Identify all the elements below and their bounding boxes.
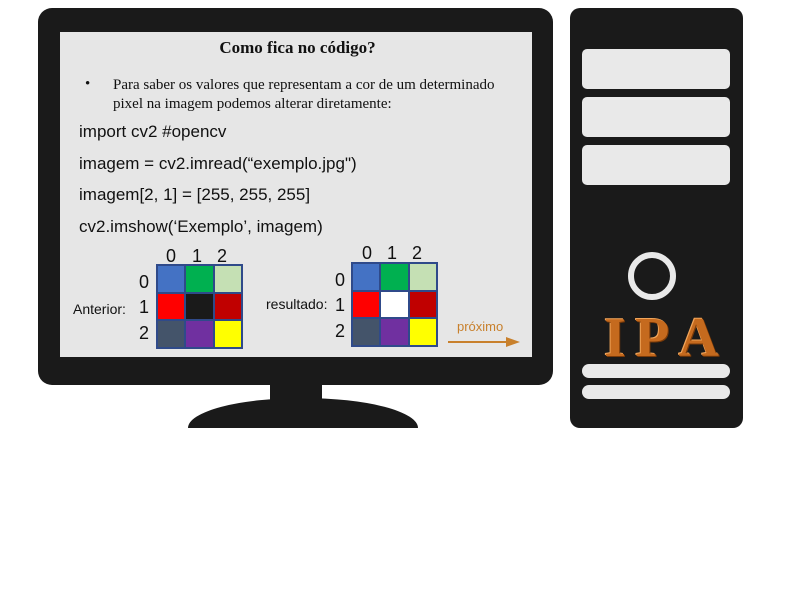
code-line: cv2.imshow(‘Exemplo’, imagem) <box>79 217 323 236</box>
pixel-cell <box>352 318 381 346</box>
pixel-cell <box>380 290 409 319</box>
pixel-cell <box>380 318 409 346</box>
before-grid-label: Anterior: <box>73 301 126 317</box>
column-index: 2 <box>217 246 228 266</box>
pixel-cell <box>213 320 242 348</box>
code-line: import cv2 #opencv <box>79 122 227 141</box>
pixel-cell <box>352 290 381 319</box>
pixel-cell <box>185 265 214 293</box>
column-index: 0 <box>166 246 177 266</box>
pixel-cell <box>185 320 214 348</box>
column-index: 1 <box>387 243 398 263</box>
bullet-text: Para saber os valores que representam a … <box>113 77 495 112</box>
column-index: 0 <box>362 243 373 263</box>
tower-stripe <box>582 364 730 378</box>
row-index: 2 <box>335 321 346 341</box>
bullet-icon: • <box>85 76 91 92</box>
row-index: 0 <box>139 272 150 292</box>
drive-bay <box>582 145 730 185</box>
pixel-cell <box>157 265 186 293</box>
next-arrow-icon[interactable] <box>448 336 520 348</box>
column-index: 2 <box>412 243 423 263</box>
pixel-cell <box>408 263 437 291</box>
code-line: imagem = cv2.imread(“exemplo.jpg") <box>79 154 357 173</box>
monitor-base <box>188 398 418 428</box>
after-pixel-grid <box>351 262 438 347</box>
logo-letter: A <box>678 307 719 369</box>
row-index: 1 <box>335 295 346 315</box>
row-index: 0 <box>335 270 346 290</box>
next-label[interactable]: próximo <box>457 319 503 334</box>
pixel-cell <box>213 292 242 321</box>
power-button-icon <box>628 252 676 300</box>
row-index: 2 <box>139 323 150 343</box>
pixel-cell <box>408 318 437 346</box>
pixel-cell <box>380 263 409 291</box>
pixel-cell <box>185 292 214 321</box>
ipa-logo: I P A <box>604 306 719 370</box>
before-pixel-grid <box>156 264 243 349</box>
pixel-cell <box>157 292 186 321</box>
slide-title: Como fica no código? <box>219 38 376 57</box>
after-grid-label: resultado: <box>266 296 328 312</box>
drive-bay <box>582 49 730 89</box>
logo-letter: P <box>635 307 670 369</box>
code-line: imagem[2, 1] = [255, 255, 255] <box>79 185 311 204</box>
drive-bay <box>582 97 730 137</box>
column-index: 1 <box>192 246 203 266</box>
tower-stripe <box>582 385 730 399</box>
pixel-cell <box>352 263 381 291</box>
pixel-cell <box>408 290 437 319</box>
pixel-cell <box>213 265 242 293</box>
row-index: 1 <box>139 297 150 317</box>
logo-letter: I <box>604 307 626 369</box>
pixel-cell <box>157 320 186 348</box>
